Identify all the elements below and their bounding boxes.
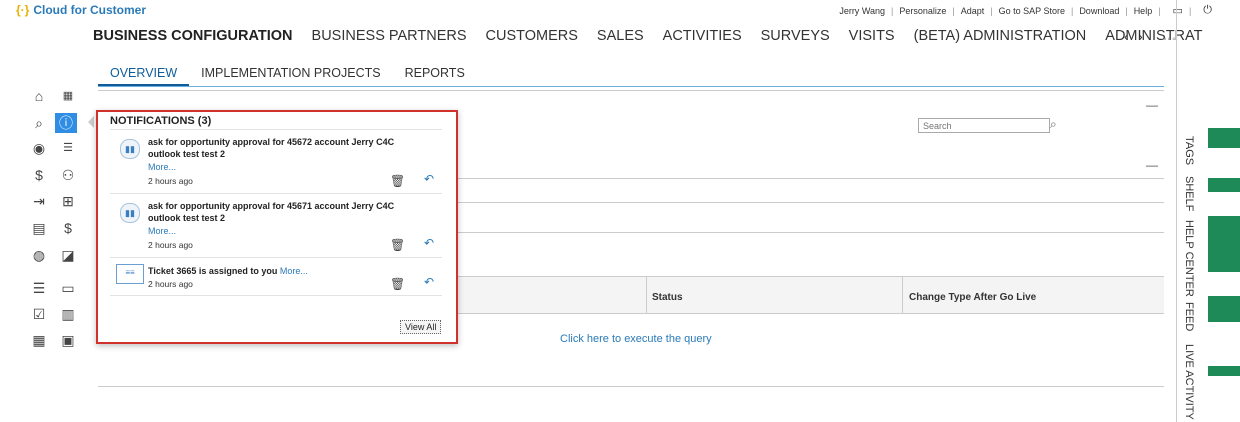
tab-reports[interactable]: REPORTS — [393, 64, 477, 86]
column-status[interactable]: Status — [652, 292, 683, 303]
notification-item[interactable]: ≡≡ Ticket 3665 is assigned to you More..… — [110, 257, 442, 296]
nav-arrows: ‹ › — [1124, 29, 1153, 44]
tab-live-activity[interactable]: LIVE ACTIVITY — [1183, 344, 1195, 420]
notification-more-link[interactable]: More... — [148, 162, 176, 172]
delete-icon[interactable]: 🗑 — [390, 238, 405, 252]
power-icon[interactable]: ⏻ — [1203, 4, 1212, 17]
contact-icon[interactable]: ◉ — [28, 138, 50, 158]
top-links: Jerry Wang | Personalize | Adapt | Go to SA… — [839, 4, 1212, 17]
home-icon[interactable]: ⌂ — [28, 86, 50, 106]
payment-icon[interactable]: ⇥ — [28, 191, 50, 211]
top-bar: {·} Cloud for Customer Jerry Wang | Person… — [0, 0, 1240, 20]
decorative-bar — [1208, 178, 1240, 192]
adapt-link[interactable]: Adapt — [961, 6, 985, 16]
search-input[interactable] — [918, 118, 1050, 133]
notification-more-link[interactable]: More... — [280, 266, 308, 276]
map-icon[interactable]: ◪ — [57, 245, 79, 265]
download-link[interactable]: Download — [1079, 6, 1119, 16]
collapse-icon[interactable]: — — [1146, 98, 1158, 112]
calendar-grid-icon[interactable]: ▭ — [57, 278, 79, 298]
section-divider — [98, 90, 1164, 91]
popup-pointer — [88, 116, 94, 128]
nav-visits[interactable]: VISITS — [849, 28, 895, 44]
undo-icon[interactable]: ↶ — [424, 275, 434, 289]
nav-next-icon[interactable]: › — [1138, 29, 1142, 44]
people-icon[interactable]: ⚇ — [57, 165, 79, 185]
app-title: Cloud for Customer — [33, 3, 147, 17]
tab-shelf[interactable]: SHELF — [1183, 176, 1195, 211]
checklist-icon[interactable]: ☑ — [28, 304, 50, 324]
right-panel-divider — [1176, 0, 1177, 422]
nav-administration[interactable]: ADMINISTRAT — [1105, 28, 1202, 44]
notification-more-link[interactable]: More... — [148, 226, 176, 236]
decorative-bar — [1208, 296, 1240, 322]
nav-prev-icon[interactable]: ‹ — [1124, 29, 1128, 44]
column-change-type[interactable]: Change Type After Go Live — [909, 292, 1036, 303]
search-icon[interactable]: ⌕ — [1050, 117, 1057, 132]
execute-query-link[interactable]: Click here to execute the query — [560, 333, 712, 345]
view-all-button[interactable]: View All — [400, 320, 442, 334]
dollar-icon[interactable]: $ — [28, 165, 50, 185]
ticket-icon: ≡≡ — [116, 264, 144, 284]
popup-divider — [110, 295, 442, 297]
notification-text: Ticket 3665 is assigned to you More... — [148, 265, 308, 277]
help-link[interactable]: Help — [1134, 6, 1153, 16]
form-icon[interactable]: ▥ — [57, 304, 79, 324]
notification-text: ask for opportunity approval for 45672 a… — [148, 137, 395, 159]
tab-implementation-projects[interactable]: IMPLEMENTATION PROJECTS — [189, 64, 392, 86]
decorative-bar — [1208, 128, 1240, 148]
nav-customers[interactable]: CUSTOMERS — [486, 28, 578, 44]
notifications-popup: NOTIFICATIONS (3) ▮▮ ask for opportunity… — [96, 110, 458, 344]
notification-text: ask for opportunity approval for 45671 a… — [148, 201, 395, 223]
notification-text: Ticket 3665 is assigned to you — [148, 266, 278, 276]
undo-icon[interactable]: ↶ — [424, 172, 434, 186]
approval-icon: ▮▮ — [120, 139, 140, 159]
notification-item[interactable]: ▮▮ ask for opportunity approval for 4567… — [110, 129, 442, 194]
fullscreen-icon[interactable]: ▭ — [1173, 4, 1183, 17]
approval-icon: ▮▮ — [120, 203, 140, 223]
notification-time: 2 hours ago — [148, 176, 193, 186]
quote-icon[interactable]: ⊞ — [57, 191, 79, 211]
nav-sales[interactable]: SALES — [597, 28, 644, 44]
decorative-bar — [1208, 216, 1240, 272]
tab-help-center[interactable]: HELP CENTER — [1183, 220, 1195, 297]
sap-store-link[interactable]: Go to SAP Store — [999, 6, 1065, 16]
contact-list-icon[interactable]: ☰ — [57, 138, 79, 158]
notifications-icon[interactable]: ⓘ — [55, 113, 77, 133]
collapse-icon[interactable]: — — [1146, 158, 1158, 172]
logo-mark: {·} — [16, 3, 30, 17]
tab-tags[interactable]: TAGS — [1183, 136, 1195, 165]
document-icon[interactable]: ▤ — [28, 218, 50, 238]
notification-time: 2 hours ago — [148, 240, 193, 250]
app-logo[interactable]: {·} Cloud for Customer — [16, 3, 146, 17]
nav-business-partners[interactable]: BUSINESS PARTNERS — [312, 28, 467, 44]
delete-icon[interactable]: 🗑 — [390, 174, 405, 188]
tab-overview[interactable]: OVERVIEW — [98, 64, 190, 86]
user-name-link[interactable]: Jerry Wang — [839, 6, 885, 16]
nav-surveys[interactable]: SURVEYS — [761, 28, 830, 44]
personalize-link[interactable]: Personalize — [899, 6, 946, 16]
section-divider — [98, 386, 1164, 387]
calculator-icon[interactable]: ▦ — [28, 330, 50, 350]
sub-nav: OVERVIEW IMPLEMENTATION PROJECTS REPORTS — [98, 64, 1164, 87]
calendar-icon[interactable]: ▦ — [57, 86, 79, 106]
notification-item[interactable]: ▮▮ ask for opportunity approval for 4567… — [110, 193, 442, 258]
undo-icon[interactable]: ↶ — [424, 236, 434, 250]
tab-feed[interactable]: FEED — [1183, 302, 1195, 331]
nav-more-icon[interactable]: ◦◦◦ — [1163, 34, 1177, 45]
clipboard-icon[interactable]: ▣ — [57, 330, 79, 350]
notification-time: 2 hours ago — [148, 279, 193, 289]
globe-icon[interactable]: ◍ — [28, 245, 50, 265]
decorative-bar — [1208, 366, 1240, 376]
delete-icon[interactable]: 🗑 — [390, 277, 405, 291]
nav-business-configuration[interactable]: BUSINESS CONFIGURATION — [93, 28, 293, 44]
nav-activities[interactable]: ACTIVITIES — [663, 28, 742, 44]
list-icon[interactable]: ☰ — [28, 278, 50, 298]
search-icon[interactable]: ⌕ — [28, 113, 50, 133]
notifications-title: NOTIFICATIONS (3) — [110, 115, 212, 127]
main-nav: BUSINESS CONFIGURATION BUSINESS PARTNERS… — [93, 28, 1221, 44]
invoice-icon[interactable]: $ — [57, 218, 79, 238]
nav-beta-administration[interactable]: (BETA) ADMINISTRATION — [914, 28, 1087, 44]
